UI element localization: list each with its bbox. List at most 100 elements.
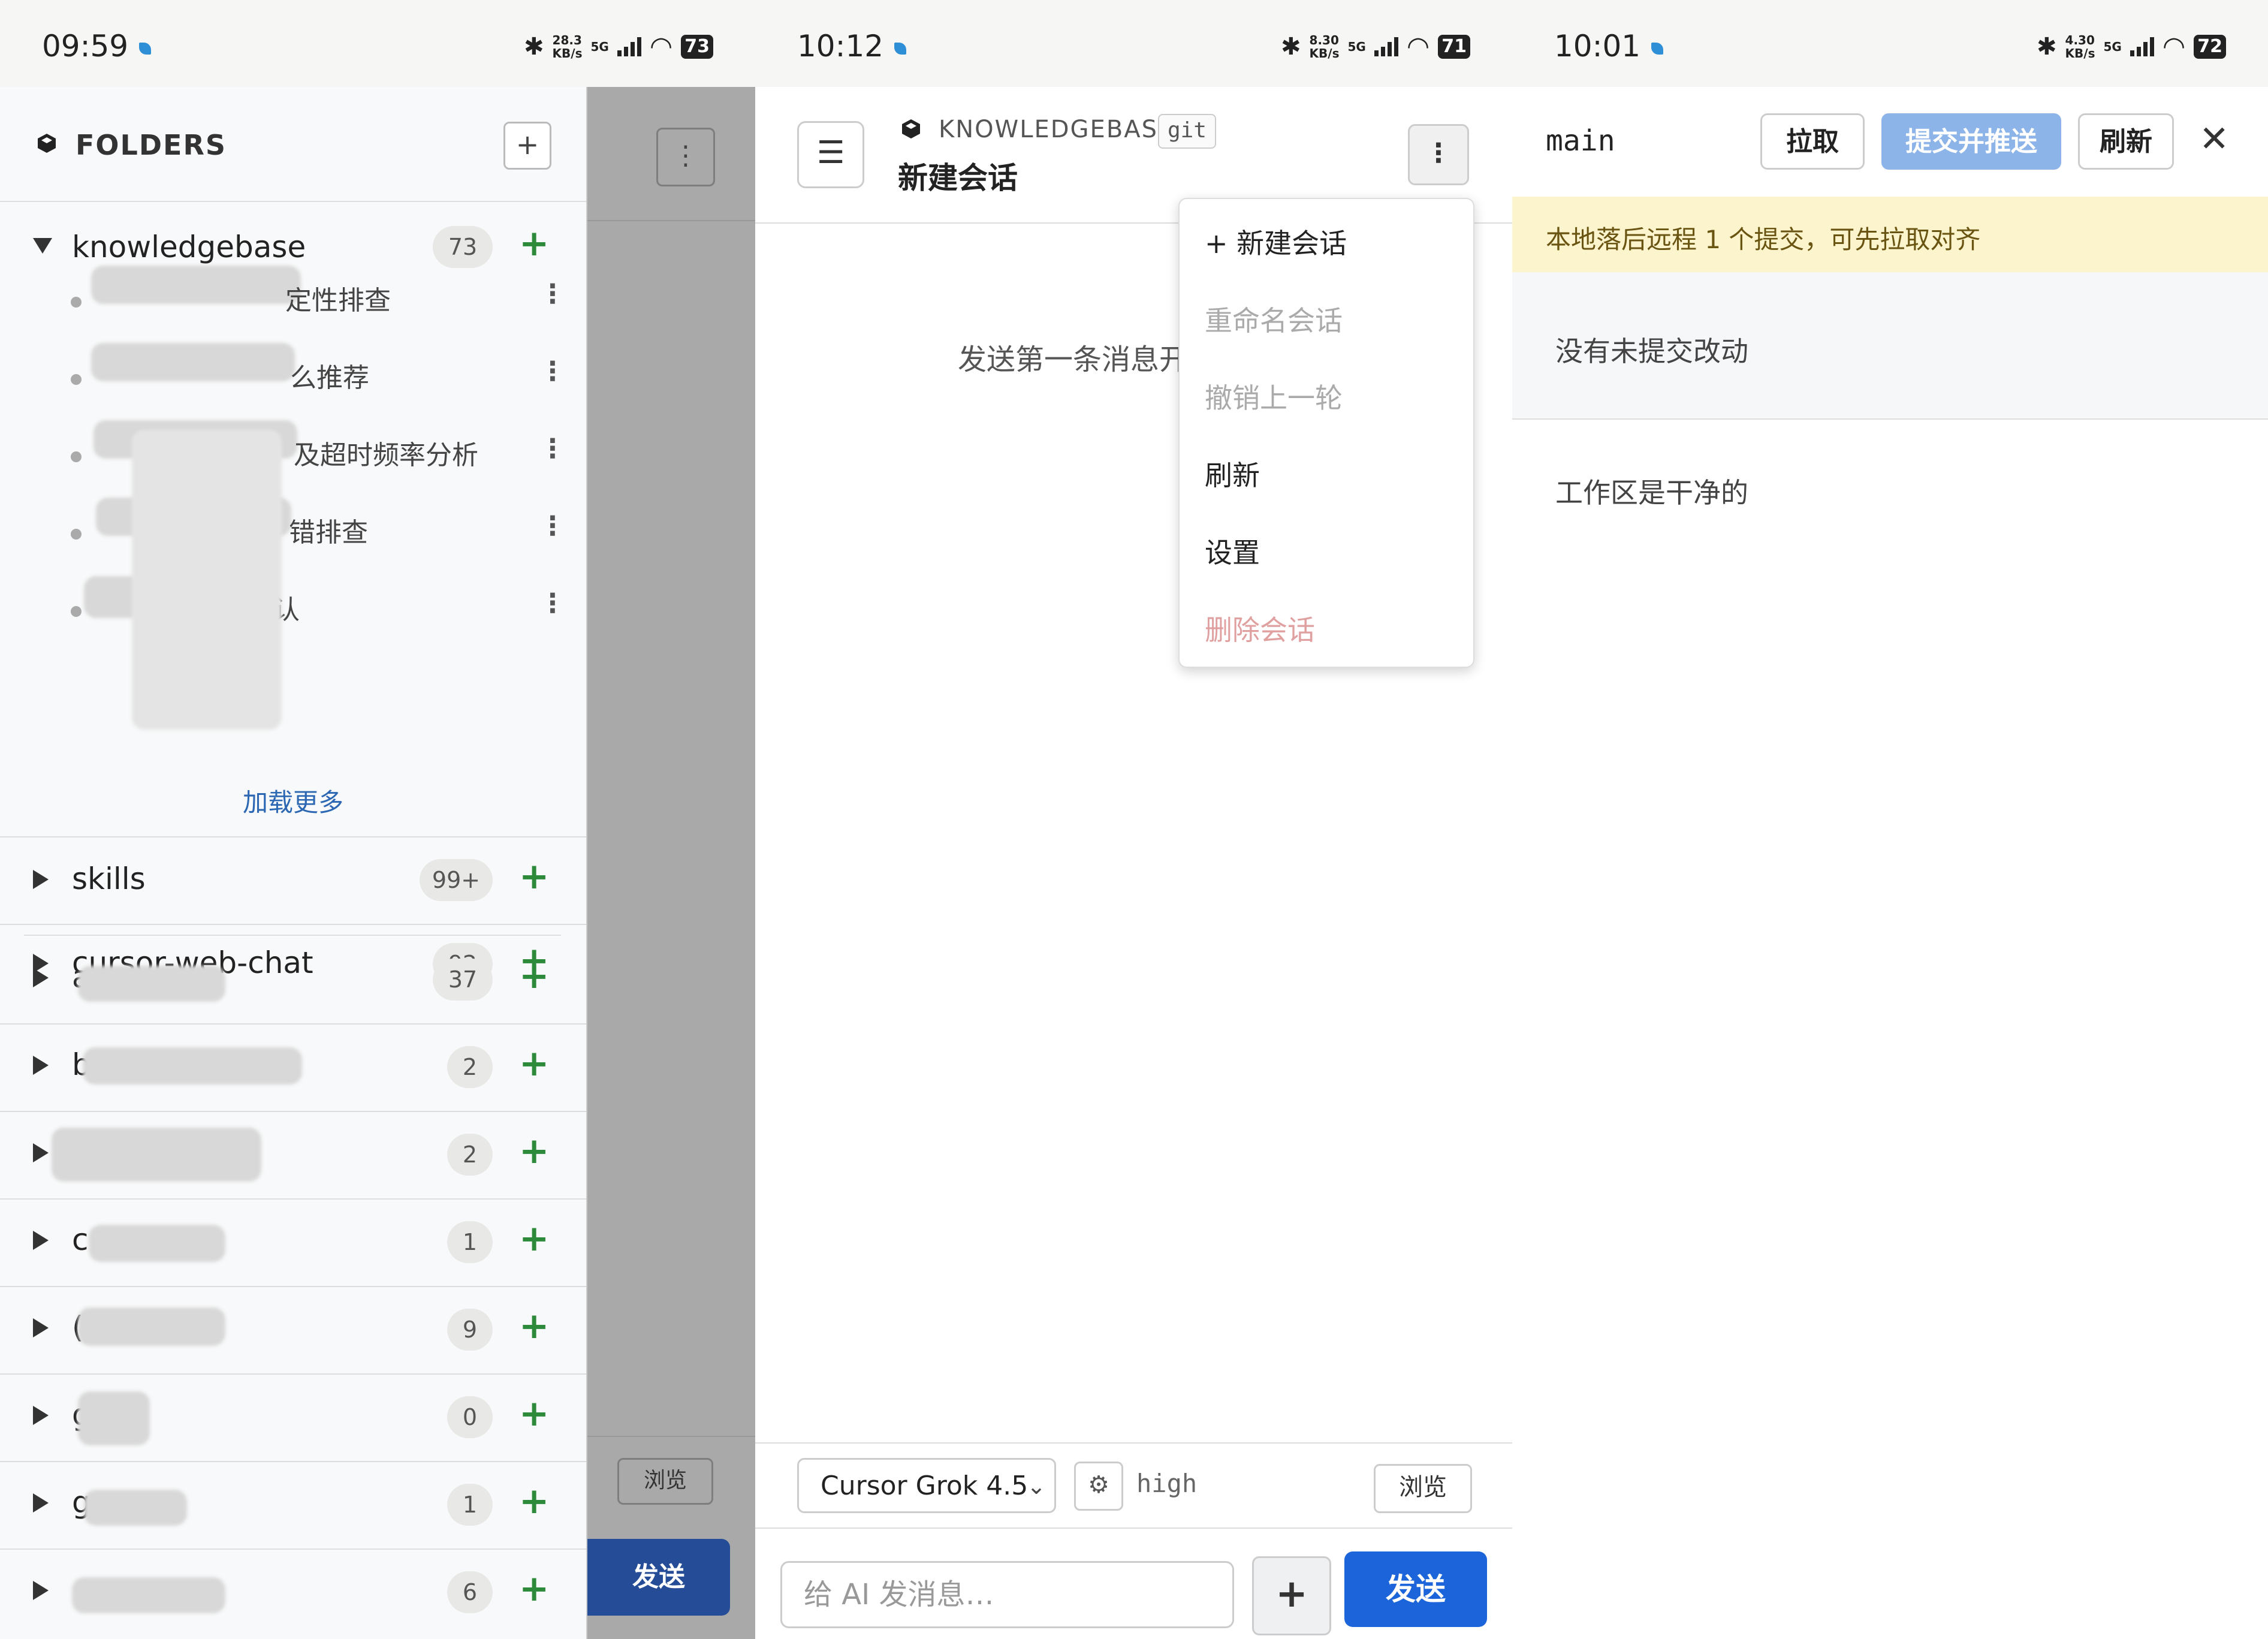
folder-name[interactable]: c [72,1222,89,1257]
changes-section: 没有未提交改动 [1512,272,2268,420]
folder-group[interactable]: skills 99+ + [0,836,586,925]
browse-button[interactable]: 浏览 [1374,1464,1472,1513]
add-conversation-button[interactable]: + [519,1393,549,1435]
folder-group[interactable]: ( 9 + [0,1286,586,1375]
bluetooth-icon: ✱ [2037,32,2057,61]
conversation-item[interactable]: 么推荐 ⋮ [0,338,586,415]
branch-name: main [1546,124,1615,158]
conversation-item[interactable]: 及超时频率分析 ⋮ [0,415,586,492]
expand-caret-icon[interactable] [33,1318,49,1337]
folder-group[interactable]: 2 + [0,1111,586,1200]
screen-folders-drawer: 09:59 ✱ 28.3 KB/s 5G ◠ 73 FOLDERS + knowl… [0,0,755,1639]
folder-count-badge: 2 [447,1046,493,1088]
add-conversation-button[interactable]: + [519,855,549,897]
close-icon[interactable]: ✕ [2199,118,2229,160]
folder-group[interactable]: g 1 + [0,1461,586,1550]
expand-caret-icon[interactable] [33,1581,49,1600]
model-select[interactable]: Cursor Grok 4.5 ⌄ [797,1458,1056,1513]
chevron-down-icon: ⌄ [1027,1473,1046,1499]
attach-plus-button[interactable]: + [1252,1556,1331,1635]
menu-item-rename: 重命名会话 [1205,305,1343,337]
conversation-menu-icon[interactable]: ⋮ [539,433,566,464]
expand-caret-icon[interactable] [33,968,49,987]
net-speed: 4.30 KB/s [2065,32,2095,61]
conversation-title: 及超时频率分析 [294,440,478,471]
project-label: KNOWLEDGEBASE [939,116,1175,143]
expand-caret-icon[interactable] [33,1143,49,1162]
folder-count-badge: 2 [447,1134,493,1176]
wifi-icon: ◠ [2162,31,2186,62]
folder-group[interactable]: b 2 + [0,1023,586,1112]
conversation-title: 错排查 [289,517,368,548]
commit-push-button[interactable]: 提交并推送 [1881,113,2061,170]
bluetooth-icon: ✱ [524,32,544,61]
expand-caret-icon[interactable] [33,1056,49,1075]
gear-icon[interactable]: ⚙ [1074,1462,1123,1511]
cube-icon [38,134,56,153]
add-conversation-button[interactable]: + [519,1305,549,1347]
send-button[interactable]: 发送 [1344,1551,1487,1627]
dimmed-background[interactable]: ⋮ 浏览 发送 [587,87,755,1639]
folder-count-badge: 6 [447,1571,493,1613]
background-menu-icon: ⋮ [656,128,715,186]
battery-indicator: 71 [1438,34,1470,59]
expand-caret-icon[interactable] [33,870,49,889]
hamburger-menu-button[interactable]: ☰ [797,121,864,188]
folder-group[interactable]: g 0 + [0,1373,586,1462]
load-more-link[interactable]: 加载更多 [0,782,586,819]
wifi-icon: ◠ [649,31,673,62]
folder-name[interactable]: knowledgebase [72,230,306,264]
expand-caret-icon[interactable] [33,1493,49,1513]
conversation-menu-icon[interactable]: ⋮ [539,356,566,387]
menu-item-settings[interactable]: 设置 [1205,531,1260,571]
add-conversation-button[interactable]: + [519,1043,549,1084]
conversation-item[interactable]: 定性排查 ⋮ [0,261,586,338]
add-conversation-button[interactable]: + [519,1568,549,1610]
more-menu-button[interactable]: ⋮ [1408,124,1469,185]
conversation-menu-icon[interactable]: ⋮ [539,588,566,619]
net-speed: 28.3 KB/s [552,32,583,61]
add-conversation-button[interactable]: + [519,1218,549,1260]
signal-icon [617,37,641,56]
collapse-caret-icon[interactable] [33,238,52,254]
network-type: 5G [2103,39,2122,54]
cube-icon [902,119,920,138]
app-leaf-icon [1651,42,1664,55]
clean-worktree-text: 工作区是干净的 [1555,477,1748,509]
status-bar: 10:12 ✱ 8.30 KB/s 5G ◠ 71 [755,0,1512,87]
git-badge: git [1158,114,1217,149]
folder-group[interactable]: 6 + [0,1548,586,1639]
no-changes-text: 没有未提交改动 [1555,335,1748,367]
message-input[interactable]: 给 AI 发消息… [780,1561,1234,1628]
status-time: 10:12 [797,29,907,64]
add-conversation-button[interactable]: + [519,1130,549,1172]
reasoning-effort[interactable]: high [1136,1469,1197,1498]
expand-caret-icon[interactable] [33,1231,49,1250]
folder-name[interactable]: skills [72,861,146,896]
overflow-menu: + 新建会话 重命名会话 撤销上一轮 刷新 设置 删除会话 [1178,198,1474,668]
drawer-header: FOLDERS + [0,87,586,202]
folders-drawer: FOLDERS + knowledgebase 73 + 定性排查 ⋮ 么推荐 ⋮ … [0,87,587,1639]
refresh-button[interactable]: 刷新 [2078,113,2174,170]
menu-item-refresh[interactable]: 刷新 [1205,454,1260,493]
signal-icon [2130,37,2154,56]
folder-group[interactable]: c 1 + [0,1198,586,1287]
add-conversation-button[interactable]: + [519,222,549,264]
add-folder-button[interactable]: + [503,122,551,170]
network-type: 5G [590,39,609,54]
add-conversation-button[interactable]: + [519,955,549,997]
conversation-menu-icon[interactable]: ⋮ [539,511,566,541]
drawer-title: FOLDERS [76,129,227,161]
folder-group[interactable]: a 37 + [0,936,586,1025]
conversation-item[interactable]: 错排查 ⋮ [0,493,586,570]
menu-item-new-conversation[interactable]: + 新建会话 [1205,222,1347,261]
add-conversation-button[interactable]: + [519,1480,549,1522]
composer: Cursor Grok 4.5 ⌄ ⚙ high 浏览 给 AI 发消息… + 发… [755,1442,1512,1639]
conversation-item[interactable]: 确认⋮ [0,570,586,647]
wifi-icon: ◠ [1406,31,1430,62]
expand-caret-icon[interactable] [33,1406,49,1425]
background-browse-button: 浏览 [617,1458,713,1505]
conversation-menu-icon[interactable]: ⋮ [539,279,566,309]
screen-git-panel: 10:01 ✱ 4.30 KB/s 5G ◠ 72 main 拉取 提交并推送 刷… [1512,0,2268,1639]
pull-button[interactable]: 拉取 [1760,113,1865,170]
